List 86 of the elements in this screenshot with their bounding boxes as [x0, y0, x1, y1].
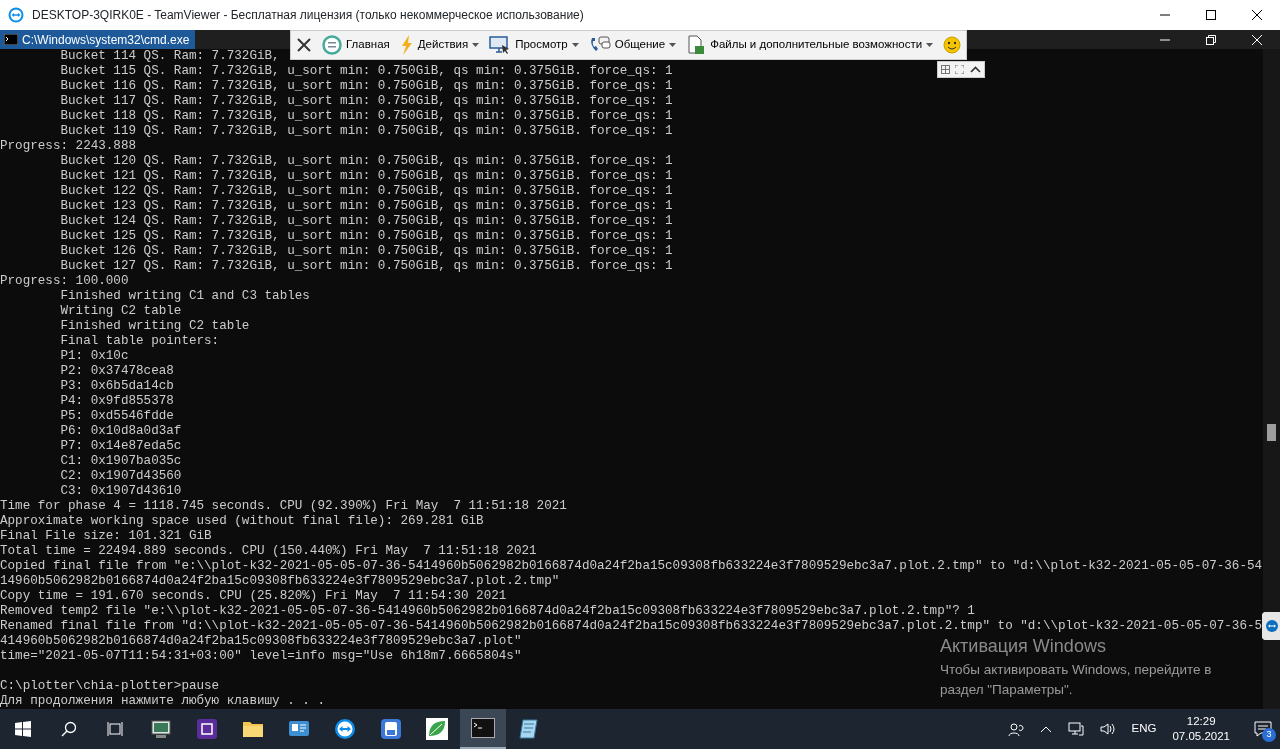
console-line: Finished writing C2 table — [59, 319, 250, 334]
console-line: Bucket 114 QS. Ram: 7.732GiB, — [59, 49, 280, 64]
console-line: C1: 0x1907ba035c — [59, 454, 182, 469]
console-line: Bucket 125 QS. Ram: 7.732GiB, u_sort min: 0.750GiB, qs min: 0.375GiB. force_qs: 1 — [59, 229, 673, 244]
toolbar-menu-button[interactable]: Просмотр — [484, 31, 584, 59]
clock-date[interactable]: 07.05.2021 — [1172, 729, 1230, 744]
taskbar-app-button[interactable] — [460, 709, 506, 749]
task-view-icon — [107, 721, 123, 737]
toolbar-menu-button[interactable]: Действия — [394, 31, 485, 59]
console-window-title: C:\Windows\system32\cmd.exe — [22, 31, 190, 49]
console-line: C3: 0x1907d43610 — [59, 484, 182, 499]
console-line: Bucket 127 QS. Ram: 7.732GiB, u_sort min: 0.750GiB, qs min: 0.375GiB. force_qs: 1 — [59, 259, 673, 274]
console-line: P4: 0x9fd855378 — [59, 394, 174, 409]
grid-icon[interactable] — [940, 65, 950, 74]
chevron-up-icon[interactable] — [970, 66, 982, 73]
console-line: Bucket 118 QS. Ram: 7.732GiB, u_sort min: 0.750GiB, qs min: 0.375GiB. force_qs: 1 — [59, 109, 673, 124]
console-line: C:\plotter\chia-plotter>pause — [0, 679, 220, 694]
toolbar-menu-button[interactable]: Файлы и дополнительные возможности — [681, 31, 939, 59]
console-line: Bucket 122 QS. Ram: 7.732GiB, u_sort min: 0.750GiB, qs min: 0.375GiB. force_qs: 1 — [59, 184, 673, 199]
activation-title: Активация Windows — [940, 636, 1107, 658]
chip-icon — [196, 718, 218, 740]
console-line: Total time = 22494.889 seconds. CPU (150.440%) Fri May 7 11:51:18 2021 — [0, 544, 537, 559]
console-line: Renamed final file from "d:\\plot-k32-2021-05-05-07-36-5414960b5062982b0166874d0a24f2ba15c09308fb633224e3f7809529ebc3a7.plot.2.tmp" to "d:\\plot-k32-2021-05-05-07-36-5 — [0, 619, 1263, 634]
close-icon — [1252, 34, 1262, 45]
console-line: C2: 0x1907d43560 — [59, 469, 182, 484]
console-line: Bucket 116 QS. Ram: 7.732GiB, u_sort min: 0.750GiB, qs min: 0.375GiB. force_qs: 1 — [59, 79, 673, 94]
console-line: Approximate working space used (without final file): 269.281 GiB — [0, 514, 484, 529]
console-line: P5: 0xd5546fdde — [59, 409, 174, 424]
console-line: Progress: 2243.888 — [0, 139, 137, 154]
people-icon[interactable] — [1007, 721, 1024, 737]
teamviewer-handle-icon[interactable] — [1262, 612, 1280, 640]
console-line: Bucket 119 QS. Ram: 7.732GiB, u_sort min: 0.750GiB, qs min: 0.375GiB. force_qs: 1 — [59, 124, 673, 139]
console-line: Для продолжения нажмите любую клавишу . . . — [0, 694, 325, 709]
console-line: Final table pointers: — [59, 334, 220, 349]
console-line: Bucket 121 QS. Ram: 7.732GiB, u_sort min: 0.750GiB, qs min: 0.375GiB. force_qs: 1 — [59, 169, 673, 184]
file-icon — [686, 35, 707, 55]
console-line: P3: 0x6b5da14cb — [59, 379, 174, 394]
console-line: Removed temp2 file "e:\\plot-k32-2021-05-05-07-36-5414960b5062982b0166874d0a24f2ba15c09308fb633224e3f7809529ebc3a7.plot.2.tmp"? 1 — [0, 604, 975, 619]
network-icon[interactable] — [1067, 722, 1084, 736]
console-line: P6: 0x10d8a0d3af — [59, 424, 182, 439]
console-line: Time for phase 4 = 1118.745 seconds. CPU (92.390%) Fri May 7 11:51:18 2021 — [0, 499, 567, 514]
restore-icon — [1206, 34, 1216, 45]
search-icon — [61, 721, 77, 737]
teamviewer-logo-icon — [8, 7, 24, 23]
console-line: P2: 0x37478cea8 — [59, 364, 174, 379]
console-icon — [471, 718, 495, 738]
console-line: time="2021-05-07T11:54:31+03:00" level=info msg="Use 6h18m7.6665804s" — [0, 649, 522, 664]
teamviewer-icon — [334, 718, 356, 740]
computer-icon — [150, 718, 172, 740]
lightning-icon — [399, 35, 414, 55]
console-line: 414960b5062982b0166874d0a24f2ba15c09308fb633224e3f7809529ebc3a7.plot" — [0, 634, 522, 649]
close-icon — [296, 37, 312, 53]
console-line: Bucket 120 QS. Ram: 7.732GiB, u_sort min: 0.750GiB, qs min: 0.375GiB. force_qs: 1 — [59, 154, 673, 169]
console-line: Final File size: 101.321 GiB — [0, 529, 212, 544]
toolbar-menu-button[interactable]: Главная — [317, 31, 395, 59]
console-line: Bucket 117 QS. Ram: 7.732GiB, u_sort min: 0.750GiB, qs min: 0.375GiB. force_qs: 1 — [59, 94, 673, 109]
console-line: P1: 0x10c — [59, 349, 129, 364]
expand-icon[interactable] — [955, 65, 965, 74]
console-line: Progress: 100.000 — [0, 274, 129, 289]
console-line: Bucket 115 QS. Ram: 7.732GiB, u_sort min: 0.750GiB, qs min: 0.375GiB. force_qs: 1 — [59, 64, 673, 79]
console-icon — [4, 34, 18, 45]
windows-logo-icon — [15, 721, 31, 737]
console-line: Copied final file from "e:\\plot-k32-2021-05-05-07-36-5414960b5062982b0166874d0a24f2ba15c09308fb633224e3f7809529ebc3a7.plot.2.tmp" to "d:\\plot-k32-2021-05-05-07-36-54 — [0, 559, 1263, 574]
notepad-icon — [518, 718, 540, 740]
scrollbar-thumb[interactable] — [1267, 424, 1276, 441]
speaker-icon[interactable] — [1099, 722, 1116, 736]
input-language[interactable]: ENG — [1131, 720, 1157, 738]
leaf-icon — [426, 718, 448, 740]
console-line: Writing C2 table — [59, 304, 182, 319]
console-line: 14960b5062982b0166874d0a24f2ba15c09308fb633224e3f7809529ebc3a7.plot.2.tmp" — [0, 574, 560, 589]
maximize-icon — [1206, 10, 1216, 20]
notification-count: 3 — [1262, 727, 1276, 742]
notification-icon[interactable] — [1254, 721, 1272, 738]
activation-message: Чтобы активировать Windows, перейдите в раздел "Параметры". — [940, 660, 1213, 699]
scrollbar[interactable] — [1263, 49, 1280, 709]
console-line: P7: 0x14e87eda5c — [59, 439, 182, 454]
close-icon — [1252, 10, 1262, 20]
toolbar-menu-button[interactable]: Общение — [583, 31, 682, 59]
window-title: DESKTOP-3QIRK0E - TeamViewer - Бесплатная лицензия (только некоммерческое использование) — [32, 7, 584, 24]
clock-time[interactable]: 12:29 — [1186, 714, 1216, 729]
home-icon — [322, 35, 342, 55]
console-line: Bucket 126 QS. Ram: 7.732GiB, u_sort min: 0.750GiB, qs min: 0.375GiB. force_qs: 1 — [59, 244, 673, 259]
console-line: Bucket 123 QS. Ram: 7.732GiB, u_sort min: 0.750GiB, qs min: 0.375GiB. force_qs: 1 — [59, 199, 673, 214]
console-line: Bucket 124 QS. Ram: 7.732GiB, u_sort min: 0.750GiB, qs min: 0.375GiB. force_qs: 1 — [59, 214, 673, 229]
console-line: Copy time = 191.670 seconds. CPU (25.820%) Fri May 7 11:54:30 2021 — [0, 589, 507, 604]
console-line: Finished writing C1 and C3 tables — [59, 289, 310, 304]
